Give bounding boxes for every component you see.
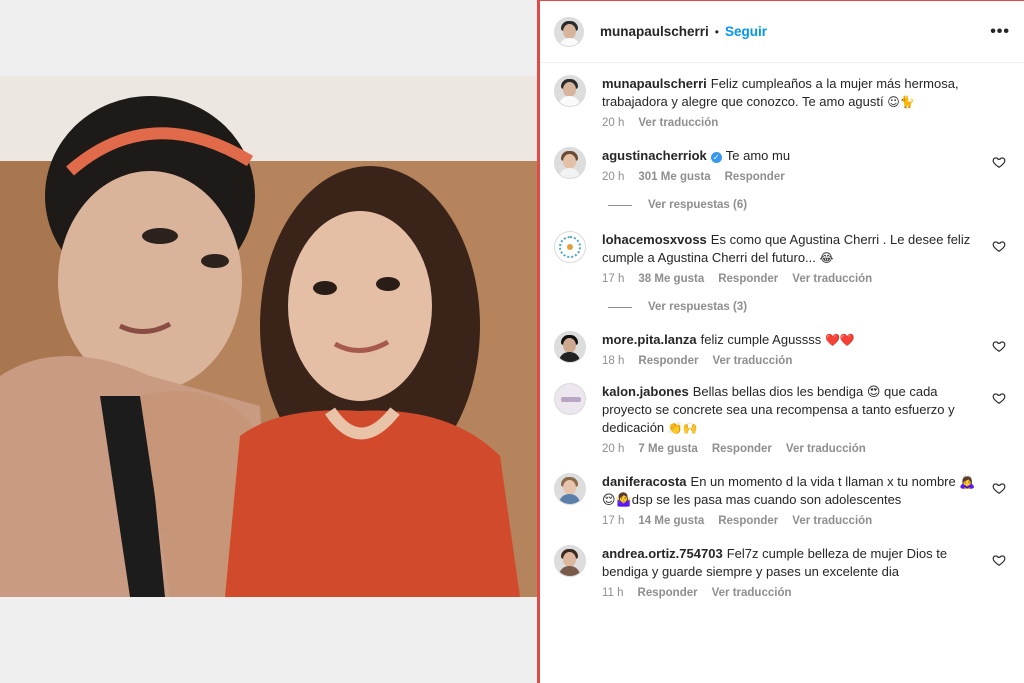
post-media-pane bbox=[0, 0, 537, 683]
comment-time[interactable]: 17 h bbox=[602, 515, 624, 527]
post-photo-illustration bbox=[0, 76, 537, 597]
author-username[interactable]: munapaulscherri bbox=[600, 24, 709, 39]
avatar[interactable] bbox=[554, 231, 586, 263]
divider-line bbox=[608, 204, 632, 206]
comment-emoji: 😂 bbox=[819, 251, 834, 265]
comment-time[interactable]: 20 h bbox=[602, 443, 624, 455]
heart-outline-icon[interactable] bbox=[992, 339, 1006, 353]
comment-username[interactable]: kalon.jabones bbox=[602, 384, 689, 399]
separator-dot: • bbox=[714, 24, 719, 39]
comment-username[interactable]: andrea.ortiz.754703 bbox=[602, 546, 723, 561]
comment-time[interactable]: 18 h bbox=[602, 355, 624, 367]
comment-emoji: 👏🙌 bbox=[667, 421, 698, 435]
comment-emoji: ❤️❤️ bbox=[824, 333, 855, 347]
heart-outline-icon[interactable] bbox=[992, 481, 1006, 495]
see-translation-link[interactable]: Ver traducción bbox=[712, 587, 792, 599]
comments-panel: munapaulscherri • Seguir ••• munapaulsch… bbox=[537, 0, 1024, 683]
heart-outline-icon[interactable] bbox=[992, 553, 1006, 567]
avatar[interactable] bbox=[554, 331, 586, 363]
divider-line bbox=[608, 306, 632, 308]
author-avatar[interactable] bbox=[554, 16, 584, 47]
comment-likes[interactable]: 14 Me gusta bbox=[638, 515, 704, 527]
comment-text: more.pita.lanza feliz cumple Agussss ❤️❤️ bbox=[602, 331, 982, 349]
heart-outline-icon[interactable] bbox=[992, 391, 1006, 405]
view-replies-button[interactable]: Ver respuestas (6) bbox=[608, 199, 1010, 211]
comment-time[interactable]: 17 h bbox=[602, 273, 624, 285]
comment-time[interactable]: 20 h bbox=[602, 171, 624, 183]
comment-time[interactable]: 11 h bbox=[602, 587, 624, 599]
avatar[interactable] bbox=[554, 545, 586, 577]
heart-outline-icon[interactable] bbox=[992, 239, 1006, 253]
comment-username[interactable]: lohacemosxvoss bbox=[602, 232, 707, 247]
see-translation-link[interactable]: Ver traducción bbox=[792, 273, 872, 285]
comment-item: more.pita.lanza feliz cumple Agussss ❤️❤️… bbox=[554, 331, 1010, 367]
see-translation-link[interactable]: Ver traducción bbox=[638, 117, 718, 129]
comment-item: kalon.jabones Bellas bellas dios les bend… bbox=[554, 383, 1010, 455]
verified-badge-icon: ✓ bbox=[710, 152, 722, 163]
reply-button[interactable]: Responder bbox=[712, 443, 772, 455]
see-translation-link[interactable]: Ver traducción bbox=[786, 443, 866, 455]
avatar[interactable] bbox=[554, 75, 586, 107]
caption-comment: munapaulscherri Feliz cumpleaños a la muj… bbox=[554, 75, 1010, 129]
comment-item: agustinacherriok ✓ Te amo mu 20 h 301 Me g… bbox=[554, 147, 1010, 183]
comment-username[interactable]: munapaulscherri bbox=[602, 76, 707, 91]
follow-button[interactable]: Seguir bbox=[725, 24, 767, 39]
comment-item: daniferacosta En un momento d la vida t l… bbox=[554, 473, 1010, 527]
comment-item: andrea.ortiz.754703 Fel7z cumple belleza … bbox=[554, 545, 1010, 599]
reply-button[interactable]: Responder bbox=[718, 273, 778, 285]
avatar[interactable] bbox=[554, 473, 586, 505]
comments-list: munapaulscherri Feliz cumpleaños a la muj… bbox=[540, 63, 1024, 599]
reply-button[interactable]: Responder bbox=[725, 171, 785, 183]
reply-button[interactable]: Responder bbox=[718, 515, 778, 527]
comment-username[interactable]: more.pita.lanza bbox=[602, 332, 697, 347]
comment-likes[interactable]: 38 Me gusta bbox=[638, 273, 704, 285]
comment-text: daniferacosta En un momento d la vida t l… bbox=[602, 473, 982, 509]
comment-item: lohacemosxvoss Es como que Agustina Cherr… bbox=[554, 231, 1010, 285]
comment-text: kalon.jabones Bellas bellas dios les bend… bbox=[602, 383, 982, 437]
more-options-icon[interactable]: ••• bbox=[990, 23, 1010, 41]
view-replies-label: Ver respuestas (3) bbox=[648, 301, 748, 313]
comment-text: andrea.ortiz.754703 Fel7z cumple belleza … bbox=[602, 545, 982, 581]
comment-body: feliz cumple Agussss bbox=[700, 332, 822, 347]
see-translation-link[interactable]: Ver traducción bbox=[712, 355, 792, 367]
comment-time[interactable]: 20 h bbox=[602, 117, 624, 129]
reply-button[interactable]: Responder bbox=[638, 355, 698, 367]
post-photo[interactable] bbox=[0, 76, 537, 597]
comment-text: munapaulscherri Feliz cumpleaños a la muj… bbox=[602, 75, 982, 111]
view-replies-label: Ver respuestas (6) bbox=[648, 199, 748, 211]
comment-text: agustinacherriok ✓ Te amo mu bbox=[602, 147, 982, 165]
view-replies-button[interactable]: Ver respuestas (3) bbox=[608, 301, 1010, 313]
see-translation-link[interactable]: Ver traducción bbox=[792, 515, 872, 527]
post-header: munapaulscherri • Seguir ••• bbox=[540, 1, 1024, 63]
comment-username[interactable]: daniferacosta bbox=[602, 474, 687, 489]
avatar[interactable] bbox=[554, 147, 586, 179]
comment-body: Te amo mu bbox=[725, 148, 791, 163]
comment-emoji: ☺🐈 bbox=[887, 95, 915, 109]
heart-outline-icon[interactable] bbox=[992, 155, 1006, 169]
avatar[interactable] bbox=[554, 383, 586, 415]
comment-likes[interactable]: 301 Me gusta bbox=[638, 171, 710, 183]
comment-likes[interactable]: 7 Me gusta bbox=[638, 443, 697, 455]
comment-text: lohacemosxvoss Es como que Agustina Cherr… bbox=[602, 231, 982, 267]
reply-button[interactable]: Responder bbox=[638, 587, 698, 599]
comment-username[interactable]: agustinacherriok bbox=[602, 148, 707, 163]
